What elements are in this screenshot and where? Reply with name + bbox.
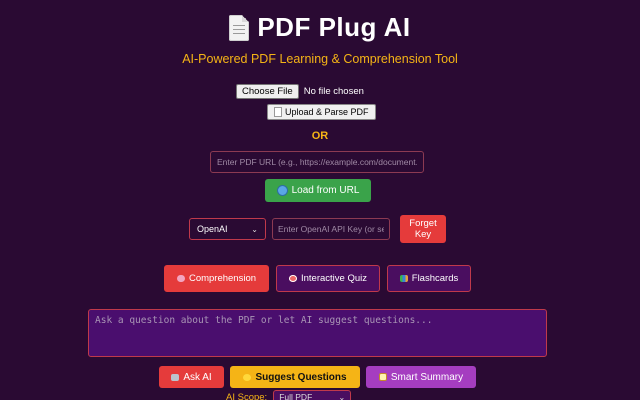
app-page: PDF Plug AI AI-Powered PDF Learning & Co…: [0, 0, 640, 400]
tab-flashcards[interactable]: Flashcards: [387, 265, 471, 292]
question-textarea[interactable]: [88, 309, 547, 357]
tab-flashcards-label: Flashcards: [411, 273, 459, 284]
tab-comprehension[interactable]: Comprehension: [164, 265, 269, 292]
provider-select[interactable]: OpenAI ⌄: [189, 218, 266, 240]
upload-parse-label: Upload & Parse PDF: [285, 107, 369, 117]
suggest-questions-button[interactable]: Suggest Questions: [230, 366, 360, 388]
pdf-url-input[interactable]: [210, 151, 424, 173]
api-key-input[interactable]: [272, 218, 390, 240]
document-icon: [274, 107, 282, 117]
tab-quiz-label: Interactive Quiz: [301, 273, 367, 284]
tab-comprehension-label: Comprehension: [188, 273, 257, 284]
upload-parse-button[interactable]: Upload & Parse PDF: [267, 104, 376, 120]
ai-scope-label: AI Scope:: [226, 391, 268, 400]
books-icon: [399, 275, 408, 282]
tab-interactive-quiz[interactable]: Interactive Quiz: [276, 265, 380, 292]
page-title: PDF Plug AI: [257, 12, 411, 42]
file-status: No file chosen: [303, 86, 364, 97]
choose-file-button[interactable]: Choose File: [236, 84, 299, 99]
chevron-down-icon: ⌄: [251, 224, 258, 234]
ai-scope-row: AI Scope: Full PDF ⌄: [226, 390, 352, 400]
lightbulb-icon: [243, 373, 252, 381]
provider-value: OpenAI: [197, 224, 228, 234]
forget-key-button[interactable]: Forget Key: [400, 215, 446, 243]
memo-icon: [378, 373, 387, 381]
document-icon: [229, 14, 250, 41]
smart-summary-button[interactable]: Smart Summary: [366, 366, 476, 388]
chevron-down-icon: ⌄: [338, 392, 346, 400]
smart-summary-label: Smart Summary: [390, 371, 464, 383]
target-icon: [289, 275, 297, 282]
file-picker: Choose File No file chosen: [236, 84, 364, 99]
or-divider: OR: [311, 130, 329, 142]
ai-scope-value: Full PDF: [279, 392, 313, 400]
ask-ai-label: Ask AI: [183, 371, 212, 383]
brain-icon: [176, 275, 185, 282]
page-subtitle: AI-Powered PDF Learning & Comprehension …: [182, 52, 458, 66]
globe-icon: [276, 185, 288, 196]
suggest-questions-label: Suggest Questions: [255, 371, 347, 383]
ai-scope-select[interactable]: Full PDF ⌄: [273, 390, 352, 400]
load-url-label: Load from URL: [291, 185, 360, 196]
load-url-button[interactable]: Load from URL: [265, 179, 371, 202]
robot-icon: [171, 373, 180, 381]
ask-ai-button[interactable]: Ask AI: [159, 366, 224, 388]
header: PDF Plug AI: [0, 12, 640, 43]
